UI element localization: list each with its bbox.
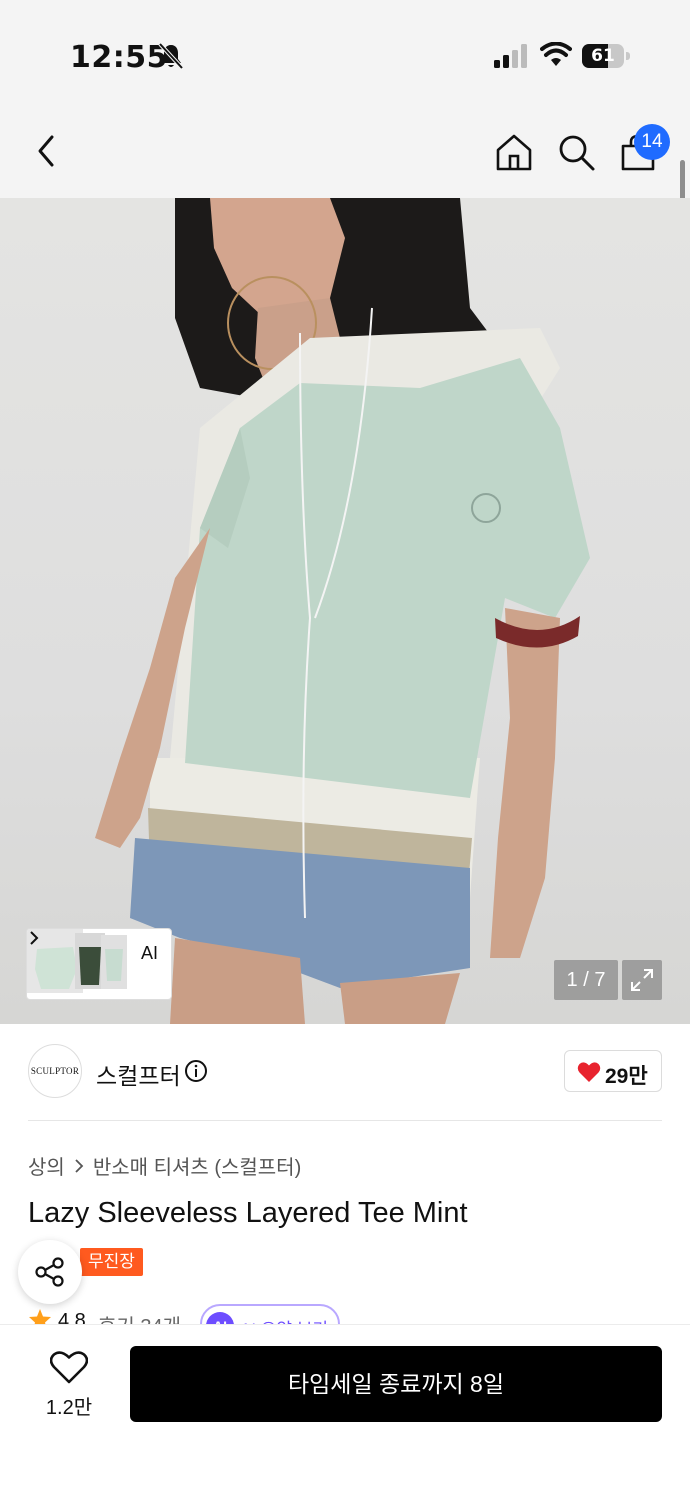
info-icon[interactable]	[184, 1059, 208, 1083]
product-photo	[95, 198, 590, 1024]
back-icon[interactable]	[32, 134, 64, 168]
home-icon[interactable]	[494, 132, 534, 172]
bell-off-icon	[158, 42, 184, 70]
image-page-counter: 1 / 7	[554, 960, 618, 1000]
chevron-right-icon	[75, 1158, 84, 1173]
brand-logo[interactable]: SCULPTOR	[28, 1044, 82, 1098]
share-icon	[35, 1257, 64, 1287]
brand-name[interactable]: 스컬프터	[96, 1057, 181, 1091]
breadcrumb: 상의 반소매 티셔츠 (스컬프터)	[28, 1151, 301, 1180]
cellular-signal-icon	[494, 44, 527, 68]
battery-level: 61	[591, 46, 615, 66]
wishlist-button[interactable]: 1.2만	[34, 1349, 104, 1419]
product-title: Lazy Sleeveless Layered Tee Mint	[28, 1197, 468, 1229]
battery-icon: 61	[582, 44, 630, 68]
buy-button[interactable]: 타임세일 종료까지 8일	[130, 1346, 662, 1422]
expand-icon	[631, 969, 653, 991]
brand-like-button[interactable]: 29만	[564, 1050, 662, 1092]
ai-similar-products-button[interactable]: AI	[26, 928, 172, 1000]
product-image-carousel[interactable]: AI 1 / 7	[0, 198, 690, 1024]
bottom-action-bar: 1.2만 타임세일 종료까지 8일	[0, 1324, 690, 1500]
breadcrumb-subcategory[interactable]: 반소매 티셔츠 (스컬프터)	[93, 1151, 301, 1180]
breadcrumb-category[interactable]: 상의	[28, 1151, 65, 1180]
wifi-icon	[540, 42, 572, 66]
divider	[28, 1120, 662, 1121]
share-button[interactable]	[18, 1240, 82, 1304]
expand-image-button[interactable]	[622, 960, 662, 1000]
status-time: 12:55	[70, 40, 168, 75]
cart-count-badge: 14	[634, 124, 670, 160]
top-nav-bar	[0, 100, 690, 198]
promo-badge: 무진장	[80, 1248, 143, 1276]
ai-label: AI	[141, 943, 159, 963]
heart-outline-icon	[50, 1351, 88, 1384]
chevron-right-icon	[30, 931, 39, 945]
similar-products-thumbnail	[27, 929, 127, 993]
search-icon[interactable]	[556, 132, 596, 172]
heart-filled-icon	[577, 1062, 601, 1082]
brand-like-count: 29만	[605, 1065, 648, 1088]
wishlist-count: 1.2만	[45, 1397, 93, 1419]
status-bar: 12:55 61	[0, 0, 690, 100]
